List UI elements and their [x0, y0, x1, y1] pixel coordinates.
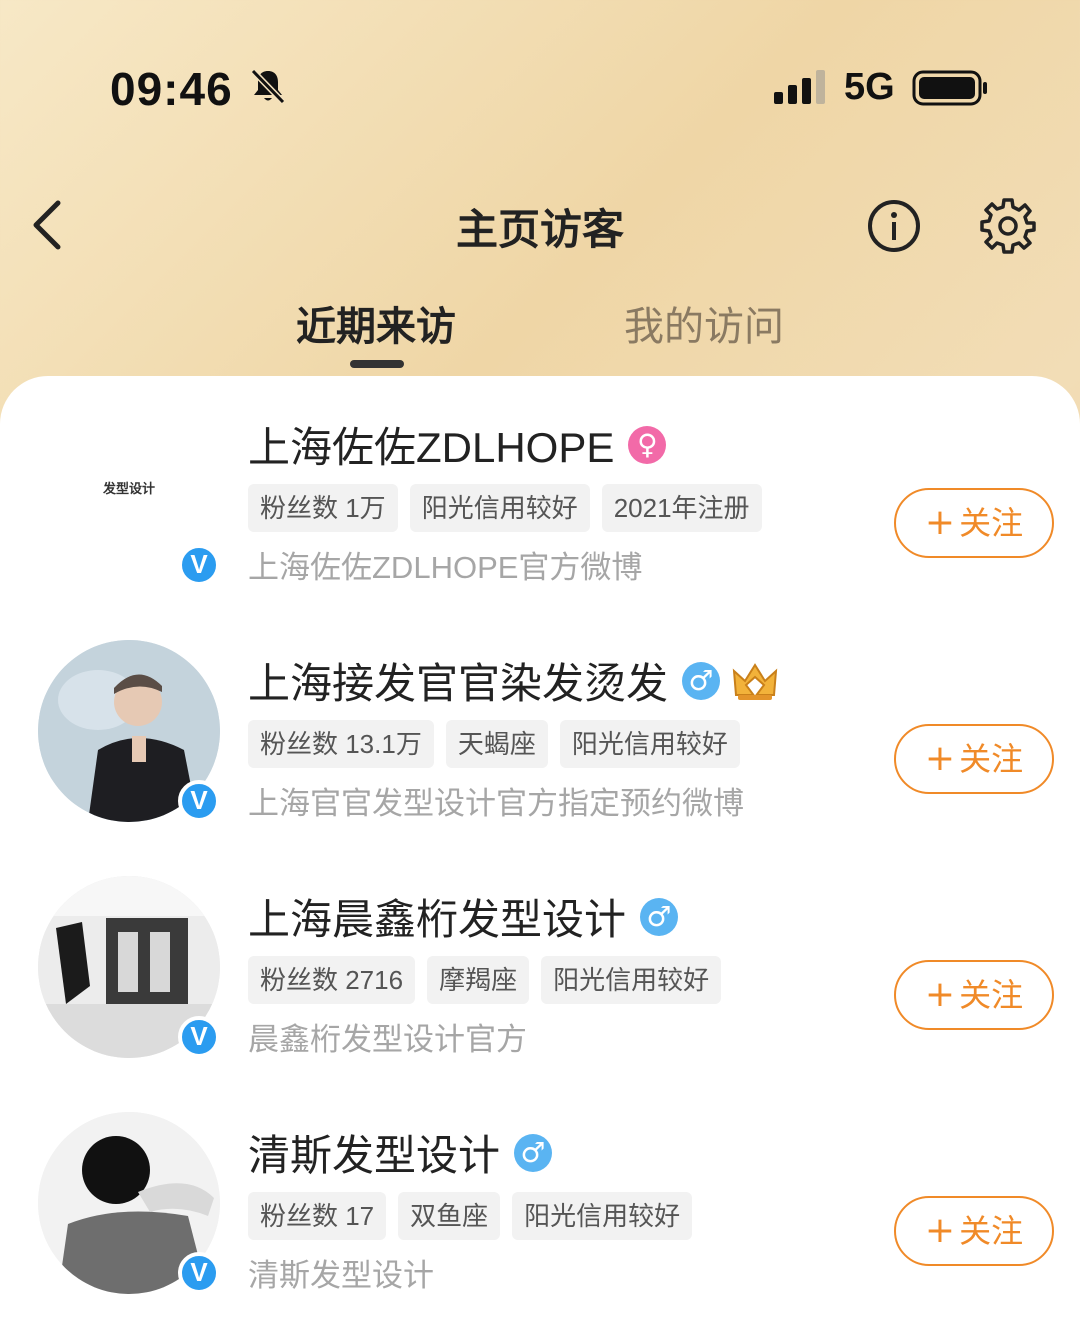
visitor-list: 发型设计 V 上海佐佐ZDLHOPE ♀ 粉丝数 1万 阳光信用较好 2021年… — [0, 376, 1080, 1326]
battery-icon — [912, 70, 987, 106]
visitor-tags: 粉丝数 13.1万 天蝎座 阳光信用较好 — [248, 720, 740, 768]
visitor-name-text: 上海佐佐ZDLHOPE — [248, 424, 615, 471]
visitor-tags: 粉丝数 1万 阳光信用较好 2021年注册 — [248, 484, 762, 532]
signal-icon — [774, 70, 825, 104]
follow-button[interactable]: + 关注 — [894, 960, 1054, 1030]
female-gender-icon: ♀ — [628, 425, 667, 464]
male-gender-icon: ♂ — [514, 1133, 553, 1172]
gear-icon[interactable] — [978, 196, 1038, 256]
follow-label: 关注 — [959, 976, 1024, 1014]
tag-registered: 2021年注册 — [601, 484, 762, 532]
visitor-tags: 粉丝数 2716 摩羯座 阳光信用较好 — [248, 956, 722, 1004]
status-bar: 09:46 5G — [0, 0, 1080, 170]
visitor-row[interactable]: V 上海接发官官染发烫发 ♂ 粉丝数 13.1万 天蝎座 阳光信用较好 上海官官… — [0, 640, 1080, 876]
network-label: 5G — [844, 66, 895, 108]
plus-icon: + — [924, 502, 956, 543]
visitor-description: 上海佐佐ZDLHOPE官方微博 — [248, 550, 643, 585]
male-gender-icon: ♂ — [640, 897, 679, 936]
visitor-name[interactable]: 上海接发官官染发烫发 ♂ — [248, 650, 780, 711]
plus-icon: + — [924, 738, 956, 779]
info-icon[interactable] — [866, 198, 922, 254]
visitor-name[interactable]: 清斯发型设计 ♂ — [248, 1122, 553, 1183]
visitor-name-text: 上海晨鑫桁发型设计 — [248, 896, 627, 943]
follow-label: 关注 — [959, 1212, 1024, 1250]
male-gender-icon: ♂ — [682, 661, 721, 700]
visitor-description: 晨鑫桁发型设计官方 — [248, 1022, 527, 1057]
active-tab-indicator — [350, 360, 404, 368]
tag-credit: 阳光信用较好 — [541, 956, 722, 1004]
tag-zodiac: 天蝎座 — [445, 720, 548, 768]
tag-credit: 阳光信用较好 — [409, 484, 590, 532]
follow-label: 关注 — [959, 504, 1024, 542]
tag-credit: 阳光信用较好 — [559, 720, 740, 768]
crown-badge-icon — [732, 662, 778, 700]
tag-fans: 粉丝数 2716 — [248, 956, 416, 1004]
tab-my-visits[interactable]: 我的访问 — [624, 294, 784, 352]
follow-button[interactable]: + 关注 — [894, 724, 1054, 794]
follow-button[interactable]: + 关注 — [894, 488, 1054, 558]
verified-badge-icon: V — [178, 1252, 220, 1294]
verified-badge-icon: V — [178, 780, 220, 822]
tag-fans: 粉丝数 13.1万 — [248, 720, 434, 768]
avatar-logo-text: 发型设计 — [102, 482, 155, 497]
bell-muted-icon — [250, 68, 286, 105]
verified-badge-icon: V — [178, 544, 220, 586]
visitor-name[interactable]: 上海晨鑫桁发型设计 ♂ — [248, 886, 679, 947]
status-time: 09:46 — [110, 63, 233, 115]
verified-badge-icon: V — [178, 1016, 220, 1058]
visitor-row[interactable]: V 清斯发型设计 ♂ 粉丝数 17 双鱼座 阳光信用较好 清斯发型设计 + 关注 — [0, 1112, 1080, 1326]
tag-fans: 粉丝数 1万 — [248, 484, 398, 532]
visitor-description: 清斯发型设计 — [248, 1258, 434, 1293]
visitor-name[interactable]: 上海佐佐ZDLHOPE ♀ — [248, 414, 667, 475]
visitor-row[interactable]: 发型设计 V 上海佐佐ZDLHOPE ♀ 粉丝数 1万 阳光信用较好 2021年… — [0, 404, 1080, 640]
tag-fans: 粉丝数 17 — [248, 1192, 387, 1240]
tag-zodiac: 双鱼座 — [398, 1192, 501, 1240]
follow-button[interactable]: + 关注 — [894, 1196, 1054, 1266]
plus-icon: + — [924, 1210, 956, 1251]
tab-recent-visitors[interactable]: 近期来访 — [296, 294, 456, 352]
follow-label: 关注 — [959, 740, 1024, 778]
visitor-name-text: 上海接发官官染发烫发 — [248, 660, 669, 707]
tag-credit: 阳光信用较好 — [512, 1192, 693, 1240]
visitor-name-text: 清斯发型设计 — [248, 1132, 501, 1179]
visitor-tags: 粉丝数 17 双鱼座 阳光信用较好 — [248, 1192, 693, 1240]
tag-zodiac: 摩羯座 — [427, 956, 530, 1004]
visitor-description: 上海官官发型设计官方指定预约微博 — [248, 786, 744, 821]
visitor-row[interactable]: V 上海晨鑫桁发型设计 ♂ 粉丝数 2716 摩羯座 阳光信用较好 晨鑫桁发型设… — [0, 876, 1080, 1112]
plus-icon: + — [924, 974, 956, 1015]
